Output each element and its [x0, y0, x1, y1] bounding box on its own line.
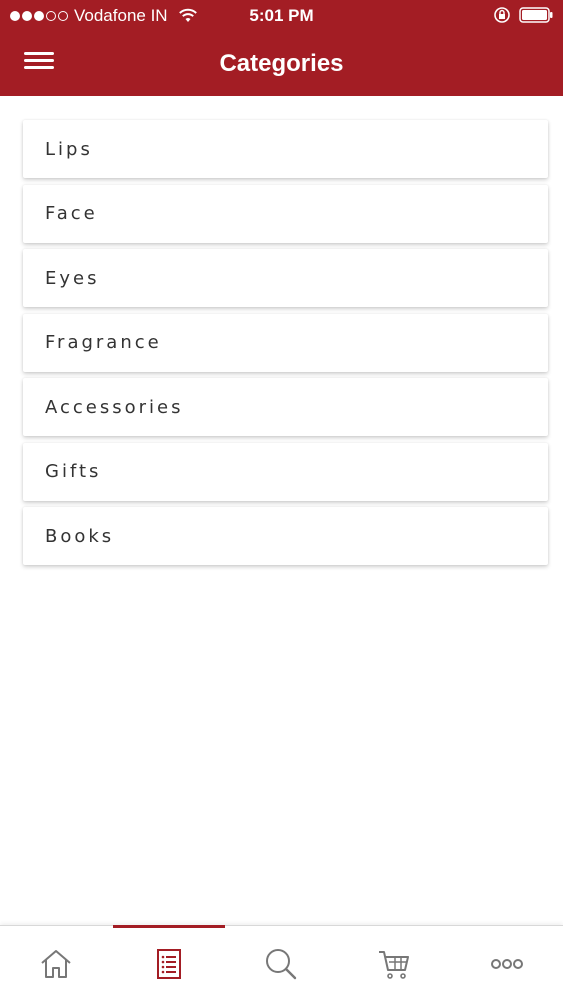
category-label: Face	[45, 203, 98, 224]
category-list: Lips Face Eyes Fragrance Accessories Gif…	[23, 120, 548, 572]
rotation-lock-icon	[494, 7, 510, 23]
page-title: Categories	[219, 50, 344, 77]
battery-icon	[519, 7, 553, 23]
more-icon	[490, 958, 523, 969]
category-label: Eyes	[45, 267, 100, 289]
tab-search[interactable]	[225, 926, 338, 1000]
tab-categories[interactable]	[112, 925, 226, 1000]
category-label: Lips	[45, 138, 93, 160]
tab-bar	[0, 925, 563, 1000]
app-header: Vodafone IN 5:01 PM Categories	[0, 0, 563, 96]
home-icon	[41, 949, 71, 978]
category-item-accessories[interactable]: Accessories	[23, 378, 548, 436]
cart-icon	[379, 950, 410, 979]
category-item-lips[interactable]: Lips	[23, 120, 548, 178]
status-bar: Vodafone IN 5:01 PM	[0, 0, 563, 32]
category-label: Accessories	[45, 396, 184, 418]
tab-cart[interactable]	[338, 926, 451, 1000]
tab-home[interactable]	[0, 926, 113, 1000]
category-label: Fragrance	[45, 332, 162, 353]
search-icon	[266, 948, 297, 979]
category-label: Gifts	[45, 461, 102, 482]
category-item-fragrance[interactable]: Fragrance	[23, 313, 548, 372]
category-item-gifts[interactable]: Gifts	[23, 442, 548, 501]
nav-bar: Categories	[0, 32, 563, 96]
category-item-books[interactable]: Books	[23, 507, 548, 565]
category-item-eyes[interactable]: Eyes	[23, 249, 548, 307]
tab-more[interactable]	[450, 926, 563, 1000]
status-right	[493, 6, 553, 24]
list-icon	[156, 948, 181, 979]
category-item-face[interactable]: Face	[23, 184, 548, 243]
category-label: Books	[45, 525, 115, 547]
status-time: 5:01 PM	[249, 6, 314, 25]
